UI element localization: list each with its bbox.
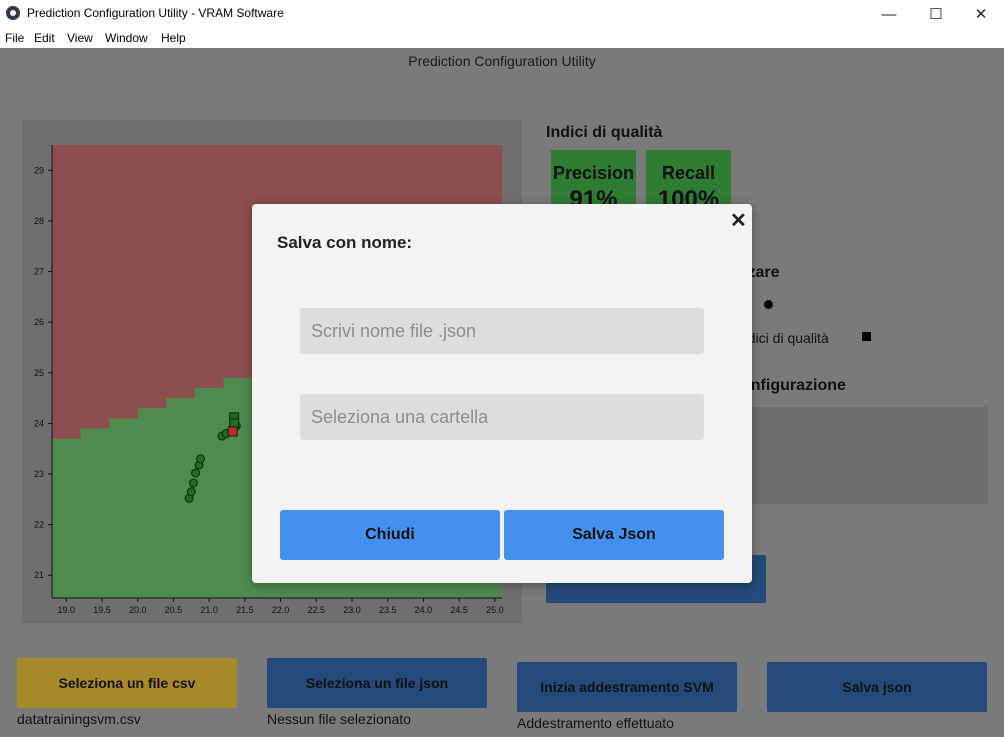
x-tick-label: 22.5 (308, 605, 326, 615)
quality-legend-label: ndici di qualità (740, 330, 829, 346)
x-tick-label: 24.0 (415, 605, 433, 615)
data-point (191, 468, 201, 478)
x-tick-label: 25.0 (486, 605, 504, 615)
recall-label: Recall (661, 163, 716, 183)
y-tick-label: 29 (34, 165, 44, 175)
dialog-close-button[interactable]: Chiudi (280, 510, 500, 560)
menu-file[interactable]: File (5, 31, 24, 45)
training-status-label: Addestramento effettuato (517, 715, 674, 731)
config-title: onfigurazione (741, 377, 846, 394)
x-tick-label: 20.5 (165, 605, 183, 615)
menu-bar: File Edit View Window Help (0, 30, 1004, 48)
data-point (186, 487, 196, 497)
page-title: Prediction Configuration Utility (408, 53, 596, 69)
x-tick-label: 19.5 (93, 605, 111, 615)
point-legend-icon (764, 300, 773, 309)
precision-label: Precision (552, 163, 635, 183)
save-as-dialog: ✕ Salva con nome: Chiudi Salva Json (252, 204, 752, 583)
precision-card: Precision 91% (551, 150, 636, 213)
filename-input[interactable] (300, 308, 704, 354)
y-tick-label: 21 (34, 570, 44, 580)
select-csv-button[interactable]: Seleziona un file csv (17, 658, 237, 708)
select-json-button[interactable]: Seleziona un file json (267, 658, 487, 708)
data-point (188, 478, 198, 488)
app-icon (6, 6, 20, 20)
menu-edit[interactable]: Edit (34, 31, 55, 45)
dialog-title: Salva con nome: (277, 233, 413, 252)
y-tick-label: 23 (34, 469, 44, 479)
menu-help[interactable]: Help (161, 31, 186, 45)
quality-title: Indici di qualità (546, 124, 663, 141)
x-tick-label: 19.0 (58, 605, 76, 615)
close-window-button[interactable]: ✕ (958, 0, 1004, 28)
menu-view[interactable]: View (67, 31, 93, 45)
save-json-main-button[interactable]: Salva json (767, 662, 987, 712)
dialog-save-button[interactable]: Salva Json (504, 510, 724, 560)
recall-card: Recall 100% (646, 150, 731, 213)
x-tick-label: 23.0 (343, 605, 361, 615)
y-tick-label: 24 (34, 418, 44, 428)
csv-file-label: datatrainingsvm.csv (17, 711, 141, 727)
maximize-button[interactable]: ☐ (913, 0, 959, 28)
dialog-close-icon[interactable]: ✕ (730, 208, 747, 233)
title-bar: Prediction Configuration Utility - VRAM … (0, 0, 1004, 28)
json-file-label: Nessun file selezionato (267, 711, 411, 727)
y-tick-label: 28 (34, 216, 44, 226)
window-title: Prediction Configuration Utility - VRAM … (27, 6, 284, 20)
start-training-button[interactable]: Inizia addestramento SVM (517, 662, 737, 712)
data-square (227, 426, 238, 437)
x-tick-label: 24.5 (450, 605, 468, 615)
x-tick-label: 21.5 (236, 605, 254, 615)
x-tick-label: 22.0 (272, 605, 290, 615)
folder-select-input[interactable] (300, 394, 704, 440)
y-tick-label: 25 (34, 368, 44, 378)
y-tick-label: 22 (34, 520, 44, 530)
y-tick-label: 27 (34, 267, 44, 277)
y-tick-label: 26 (34, 317, 44, 327)
minimize-button[interactable]: — (866, 0, 912, 28)
menu-window[interactable]: Window (105, 31, 148, 45)
square-legend-icon (862, 332, 871, 341)
x-tick-label: 21.0 (200, 605, 218, 615)
data-point (196, 454, 206, 464)
x-tick-label: 23.5 (379, 605, 397, 615)
x-tick-label: 20.0 (129, 605, 147, 615)
